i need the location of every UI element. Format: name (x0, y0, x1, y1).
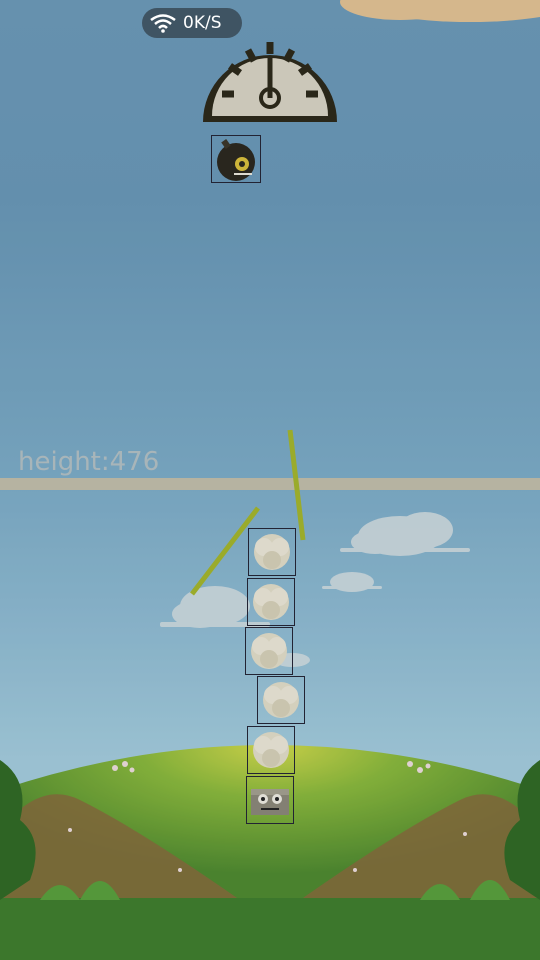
network-speed-badge: 0K/S (142, 8, 242, 38)
tower-block-2[interactable] (247, 578, 295, 626)
tower-block-1[interactable] (248, 528, 296, 576)
cotton-icon (254, 534, 290, 570)
cotton-icon (253, 732, 289, 768)
tower-block-4[interactable] (257, 676, 305, 724)
tower-block-5[interactable] (247, 726, 295, 774)
cotton-icon (251, 633, 287, 669)
tower-block-base[interactable] (246, 776, 294, 824)
cotton-icon (253, 584, 289, 620)
network-speed-text: 0K/S (183, 13, 222, 33)
cotton-icon (263, 682, 299, 718)
tower-block-3[interactable] (245, 627, 293, 675)
angry-block-icon (251, 789, 289, 815)
wifi-icon (150, 14, 176, 33)
stick-vertical (287, 429, 306, 541)
game-scene[interactable]: height:476 0K/S (0, 0, 540, 960)
